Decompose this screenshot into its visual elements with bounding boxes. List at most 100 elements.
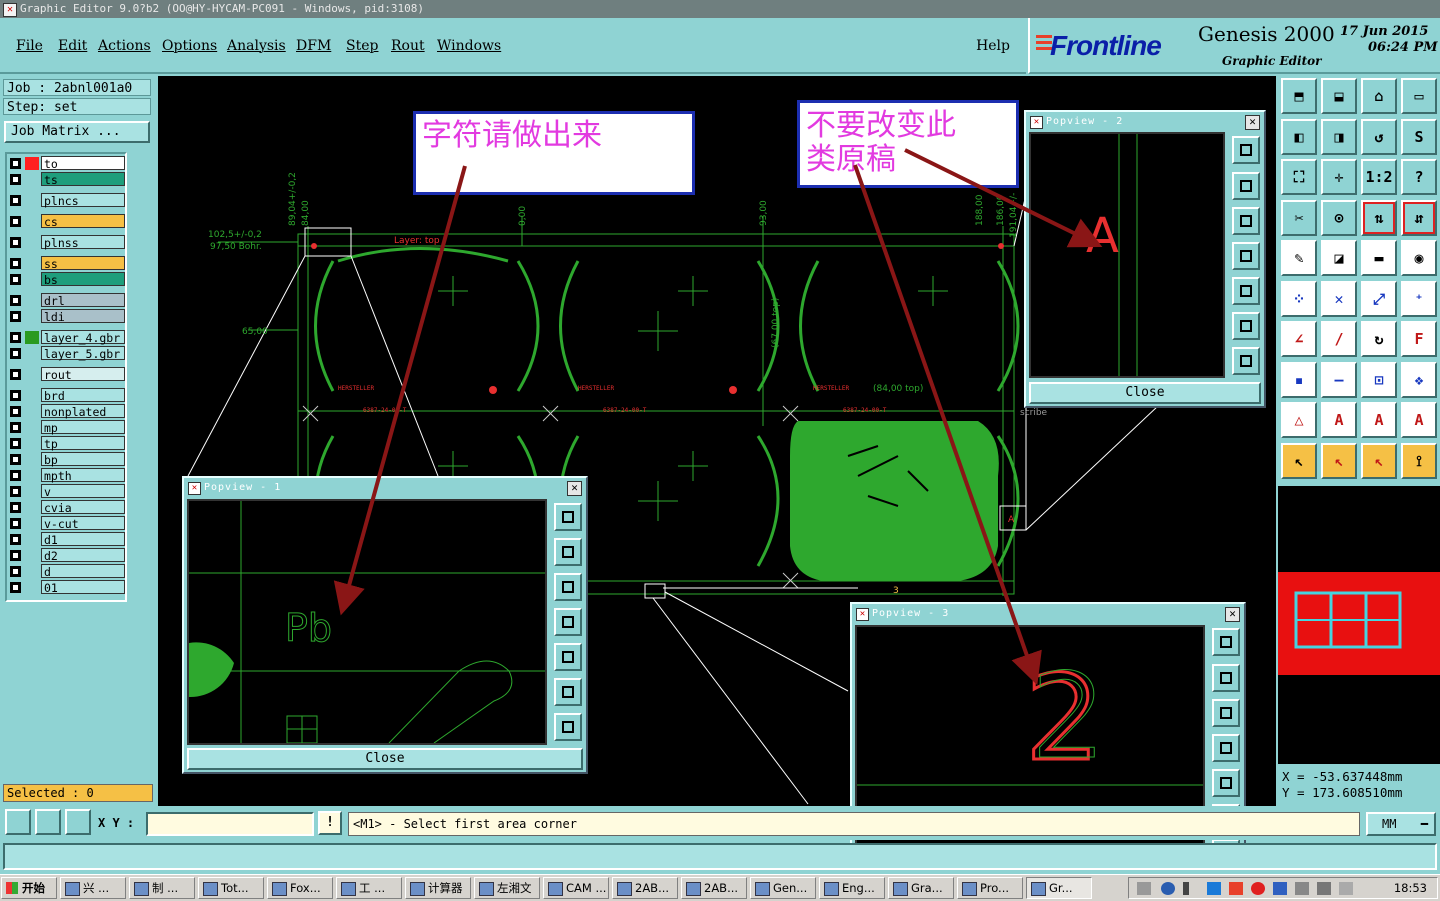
layer-checkbox[interactable] (10, 454, 21, 465)
redraw-icon[interactable]: S (1401, 118, 1437, 155)
xy-input[interactable] (146, 812, 314, 836)
cut-icon[interactable]: ✂ (1281, 199, 1317, 236)
popview-2-window[interactable]: ✕ Popview - 2 ✕ A Close (1024, 110, 1266, 408)
monitor-icon[interactable] (1339, 882, 1353, 895)
taskbar-item[interactable]: Fox... (267, 877, 333, 899)
start-button[interactable]: 开始 (1, 877, 57, 899)
pointer-select-icon[interactable]: ↖ (1361, 442, 1397, 479)
menu-dfm[interactable]: DFM (296, 38, 331, 54)
close-tray-icon[interactable] (1273, 882, 1287, 895)
pan-down-icon[interactable] (1212, 699, 1240, 727)
layer-display-icon[interactable]: ⇵ (1401, 199, 1437, 236)
close-icon[interactable]: ✕ (567, 481, 582, 496)
menu-file[interactable]: File (16, 38, 43, 54)
pan-right-icon[interactable] (1212, 769, 1240, 797)
menu-options[interactable]: Options (162, 38, 217, 54)
popview-2-title-bar[interactable]: ✕ Popview - 2 ✕ (1028, 114, 1262, 130)
ruler-icon[interactable]: ▬ (1361, 240, 1397, 276)
move-nodes-icon[interactable]: ⤢ (1361, 280, 1397, 317)
layer-checkbox[interactable] (10, 311, 21, 322)
taskbar-item[interactable]: 2AB... (681, 877, 747, 899)
pan-up-icon[interactable] (554, 538, 582, 566)
step-left-icon[interactable]: ◧ (1281, 118, 1317, 155)
angle-icon[interactable]: ∠ (1281, 321, 1317, 357)
scale-icon[interactable]: 1:2 (1361, 159, 1397, 195)
layer-checkbox[interactable] (10, 369, 21, 380)
info-icon[interactable]: ! (318, 811, 342, 835)
layer-row-ts[interactable]: ts (7, 172, 127, 187)
acrobat-icon[interactable] (1229, 882, 1243, 895)
letter-a-icon[interactable]: A (1321, 402, 1357, 438)
add-nodes-icon[interactable]: ⁺ (1401, 280, 1437, 317)
menu-windows[interactable]: Windows (437, 38, 501, 54)
job-matrix-button[interactable]: Job Matrix ... (4, 121, 150, 143)
layer-swap-icon[interactable]: ⇅ (1361, 199, 1397, 236)
pan-left-icon[interactable] (1232, 242, 1260, 270)
layer-row-drl[interactable]: drl (7, 293, 127, 308)
layer-row-plncs[interactable]: plncs (7, 193, 127, 208)
layer-checkbox[interactable] (10, 258, 21, 269)
pointer-icon[interactable]: ↖ (1281, 442, 1317, 479)
layer-checkbox[interactable] (10, 390, 21, 401)
pan-down-icon[interactable] (1232, 207, 1260, 235)
step-right-icon[interactable]: ◨ (1321, 118, 1357, 155)
layer-row-bs[interactable]: bs (7, 272, 127, 287)
layer-row-d1[interactable]: d1 (7, 532, 127, 547)
minus-icon[interactable]: — (1321, 361, 1357, 398)
layer-checkbox[interactable] (10, 486, 21, 497)
nodes-icon[interactable]: ⁘ (1281, 280, 1317, 317)
snapshot-icon[interactable]: ⬒ (1281, 78, 1317, 114)
layer-checkbox[interactable] (10, 237, 21, 248)
taskbar-item[interactable]: CAM ... (543, 877, 609, 899)
cross-nodes-icon[interactable]: ✕ (1321, 280, 1357, 317)
window-icon[interactable]: ▭ (1401, 78, 1437, 114)
layer-checkbox[interactable] (10, 518, 21, 529)
help-icon[interactable] (1161, 882, 1175, 895)
layer-row-cvia[interactable]: cvia (7, 500, 127, 515)
layer-row-bp[interactable]: bp (7, 452, 127, 467)
zoom-in-icon[interactable] (554, 713, 582, 741)
zoom-out-icon[interactable] (554, 678, 582, 706)
pan-left-icon[interactable] (554, 608, 582, 636)
pointer-box-icon[interactable]: ↖ (1321, 442, 1357, 479)
layer-row-plnss[interactable]: plnss (7, 235, 127, 250)
pan-down-icon[interactable] (554, 573, 582, 601)
zoom-point-icon[interactable]: ⊙ (1321, 199, 1357, 236)
popview-1-title-bar[interactable]: ✕ Popview - 1 ✕ (186, 480, 584, 496)
route-icon[interactable]: ⟟ (1401, 442, 1437, 479)
layer-row-ldi[interactable]: ldi (7, 309, 127, 324)
slash-icon[interactable]: / (1321, 321, 1357, 357)
flip-icon[interactable]: F (1401, 321, 1437, 357)
layer-row-nonplated[interactable]: nonplated (7, 404, 127, 419)
layer-row-mpth[interactable]: mpth (7, 468, 127, 483)
layer-row-rout[interactable]: rout (7, 367, 127, 382)
menu-edit[interactable]: Edit (58, 38, 87, 54)
draw-line-icon[interactable]: ◪ (1321, 240, 1357, 276)
menu-step[interactable]: Step (346, 38, 378, 54)
snap-grid-icon[interactable] (65, 809, 91, 835)
layer-row-to[interactable]: to (7, 156, 127, 171)
popview-2-view[interactable]: A (1029, 132, 1225, 378)
layer-checkbox[interactable] (10, 566, 21, 577)
layer-row-mp[interactable]: mp (7, 420, 127, 435)
taskbar-item[interactable]: Eng... (819, 877, 885, 899)
query-icon[interactable]: ? (1401, 159, 1437, 195)
layer-checkbox[interactable] (10, 295, 21, 306)
menu-help[interactable]: Help (976, 38, 1010, 54)
group-icon[interactable]: ❖ (1401, 361, 1437, 398)
taskbar-item[interactable]: Gen... (750, 877, 816, 899)
layer-checkbox[interactable] (10, 502, 21, 513)
popview-1-view[interactable]: Pb (187, 499, 547, 745)
taskbar-item[interactable]: 左湘文 (474, 877, 540, 899)
layer-row-layer-5-gbr[interactable]: layer_5.gbr (7, 346, 127, 361)
zoom-out-icon[interactable] (1232, 312, 1260, 340)
app-tray-icon[interactable] (1207, 882, 1221, 895)
layer-checkbox[interactable] (10, 534, 21, 545)
center-icon[interactable]: ✛ (1321, 159, 1357, 195)
target-icon[interactable]: ◉ (1401, 240, 1437, 276)
zoom-fit-icon[interactable] (1212, 628, 1240, 656)
taskbar-item[interactable]: 2AB... (612, 877, 678, 899)
layer-row-brd[interactable]: brd (7, 388, 127, 403)
menu-rout[interactable]: Rout (391, 38, 425, 54)
layer-checkbox[interactable] (10, 158, 21, 169)
